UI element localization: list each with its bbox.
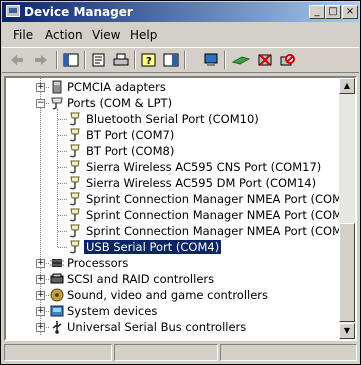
close-button[interactable]: × bbox=[342, 5, 358, 19]
tree-item-label: PCMCIA adapters bbox=[67, 80, 166, 94]
collapse-icon[interactable]: − bbox=[36, 99, 45, 108]
menu-action[interactable]: Action bbox=[45, 28, 83, 42]
sound-device-icon bbox=[49, 288, 65, 302]
maximize-button[interactable]: □ bbox=[325, 5, 341, 19]
scsi-device-icon bbox=[49, 272, 65, 286]
port-item[interactable]: Sprint Connection Manager NMEA Port (COM… bbox=[6, 223, 354, 239]
port-item-label: Sierra Wireless AC595 CNS Port (COM17) bbox=[86, 160, 322, 174]
port-item-label: BT Port (COM7) bbox=[86, 128, 175, 142]
port-device-icon bbox=[67, 160, 83, 174]
system-device-icon bbox=[49, 304, 65, 318]
port-item[interactable]: USB Serial Port (COM4) bbox=[6, 239, 341, 255]
back-icon[interactable] bbox=[8, 52, 26, 68]
port-item[interactable]: BT Port (COM8) bbox=[6, 143, 341, 159]
port-item-label: Sprint Connection Manager NMEA Port (COM… bbox=[86, 224, 354, 238]
title-bar[interactable]: Device Manager _ □ × bbox=[2, 2, 359, 22]
status-cell bbox=[220, 344, 357, 361]
port-item[interactable]: Sprint Connection Manager NMEA Port (COM… bbox=[6, 207, 355, 223]
port-item-label: Sprint Connection Manager NMEA Port (COM… bbox=[86, 208, 357, 222]
menu-view[interactable]: View bbox=[92, 28, 120, 42]
port-item-label: Sierra Wireless AC595 DM Port (COM14) bbox=[86, 176, 317, 190]
console-tree-icon[interactable] bbox=[62, 52, 80, 68]
vertical-scrollbar[interactable]: ▲ ▼ bbox=[339, 78, 355, 339]
port-item[interactable]: BT Port (COM7) bbox=[6, 127, 341, 143]
tree-item-label: System devices bbox=[67, 304, 158, 318]
toolbar: ? bbox=[2, 47, 359, 73]
device-tree[interactable]: + PCMCIA adapters − Ports (COM & LPT) Blueto… bbox=[4, 76, 357, 341]
port-device-icon bbox=[67, 176, 83, 190]
port-item[interactable]: Sierra Wireless AC595 CNS Port (COM17) bbox=[6, 159, 341, 175]
minimize-button[interactable]: _ bbox=[309, 5, 325, 19]
port-device-icon bbox=[67, 240, 83, 254]
port-device-icon bbox=[49, 96, 65, 110]
port-item[interactable]: Bluetooth Serial Port (COM10) bbox=[6, 111, 341, 127]
port-item-label: USB Serial Port (COM4) bbox=[82, 239, 223, 255]
category-pcmcia-adapters[interactable]: + PCMCIA adapters bbox=[6, 79, 341, 95]
window-title: Device Manager bbox=[24, 5, 133, 19]
port-item[interactable]: Sprint Connection Manager NMEA Port (COM… bbox=[6, 191, 355, 207]
disable-icon[interactable] bbox=[278, 52, 296, 68]
menu-help[interactable]: Help bbox=[130, 28, 157, 42]
port-device-icon bbox=[67, 144, 83, 158]
tree-item-label: Ports (COM & LPT) bbox=[67, 96, 173, 110]
uninstall-icon[interactable] bbox=[256, 52, 274, 68]
category-usb-controllers[interactable]: + Universal Serial Bus controllers bbox=[6, 319, 341, 335]
category-sound-video-game[interactable]: + Sound, video and game controllers bbox=[6, 287, 341, 303]
port-item-label: BT Port (COM8) bbox=[86, 144, 175, 158]
expand-icon[interactable]: + bbox=[36, 291, 45, 300]
help-icon[interactable]: ? bbox=[140, 52, 158, 68]
svg-text:?: ? bbox=[146, 56, 152, 67]
tree-item-label: SCSI and RAID controllers bbox=[67, 272, 215, 286]
expand-icon[interactable]: + bbox=[36, 259, 45, 268]
expand-icon[interactable]: + bbox=[36, 275, 45, 284]
expand-icon[interactable]: + bbox=[36, 83, 45, 92]
tree-item-label: Processors bbox=[67, 256, 129, 270]
port-device-icon bbox=[67, 208, 83, 222]
cpu-device-icon bbox=[49, 256, 65, 270]
port-item[interactable]: Sierra Wireless AC595 DM Port (COM14) bbox=[6, 175, 341, 191]
port-device-icon bbox=[67, 112, 83, 126]
usb-device-icon bbox=[49, 320, 65, 334]
update-driver-icon[interactable] bbox=[232, 52, 250, 68]
status-cell bbox=[114, 344, 218, 361]
scroll-up-button[interactable]: ▲ bbox=[339, 78, 355, 94]
port-device-icon bbox=[67, 192, 83, 206]
port-device-icon bbox=[67, 128, 83, 142]
port-item-label: Sprint Connection Manager NMEA Port (COM… bbox=[86, 192, 357, 206]
menu-file[interactable]: File bbox=[13, 28, 33, 42]
expand-icon[interactable]: + bbox=[36, 307, 45, 316]
scroll-down-button[interactable]: ▼ bbox=[339, 323, 355, 339]
device-manager-window: Device Manager _ □ × File Action View He… bbox=[0, 0, 361, 365]
status-bar bbox=[4, 343, 357, 363]
port-device-icon bbox=[67, 224, 83, 238]
tree-item-label: Universal Serial Bus controllers bbox=[67, 320, 247, 334]
toolbar-separator bbox=[134, 51, 136, 69]
category-processors[interactable]: + Processors bbox=[6, 255, 341, 271]
tree-item-label: Sound, video and game controllers bbox=[67, 288, 269, 302]
properties-icon[interactable] bbox=[90, 52, 108, 68]
print-icon[interactable] bbox=[112, 52, 130, 68]
device-manager-app-icon bbox=[6, 5, 20, 17]
category-scsi-raid[interactable]: + SCSI and RAID controllers bbox=[6, 271, 341, 287]
toolbar-separator bbox=[56, 51, 58, 69]
status-cell bbox=[4, 344, 112, 361]
pcmcia-device-icon bbox=[49, 80, 65, 94]
scroll-thumb[interactable] bbox=[339, 223, 355, 322]
show-hide-icon[interactable] bbox=[162, 52, 180, 68]
forward-icon[interactable] bbox=[32, 52, 50, 68]
toolbar-separator bbox=[84, 51, 86, 69]
scan-hardware-icon[interactable] bbox=[202, 52, 220, 68]
category-ports[interactable]: − Ports (COM & LPT) bbox=[6, 95, 341, 111]
category-system-devices[interactable]: + System devices bbox=[6, 303, 341, 319]
toolbar-separator bbox=[184, 51, 186, 69]
expand-icon[interactable]: + bbox=[36, 323, 45, 332]
port-item-label: Bluetooth Serial Port (COM10) bbox=[86, 112, 259, 126]
toolbar-separator bbox=[224, 51, 226, 69]
